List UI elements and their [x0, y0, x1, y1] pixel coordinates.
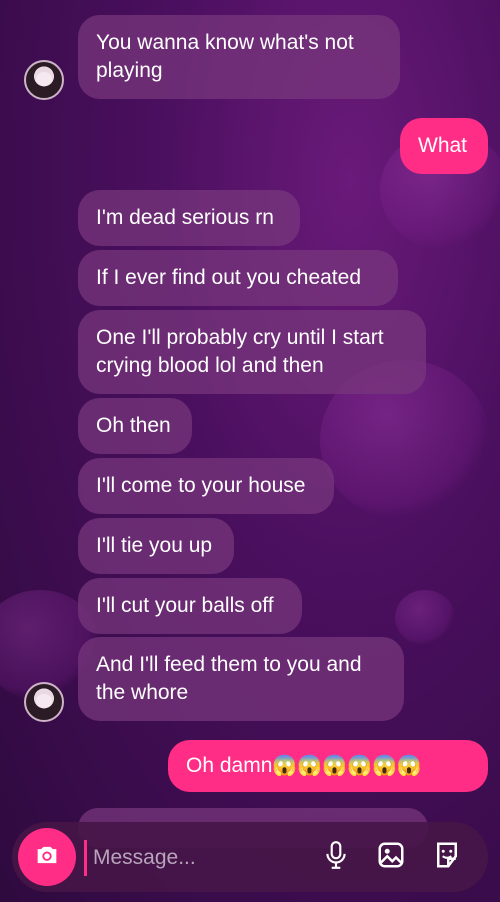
- image-icon: [376, 840, 406, 875]
- camera-icon: [33, 841, 61, 874]
- received-message[interactable]: Oh then: [78, 398, 192, 454]
- received-message[interactable]: If I ever find out you cheated: [78, 250, 398, 306]
- camera-button[interactable]: [18, 828, 76, 886]
- received-message[interactable]: And I'll feed them to you and the whore: [78, 637, 404, 721]
- sent-message-text: Oh damn: [186, 754, 273, 777]
- received-message[interactable]: I'll cut your balls off: [78, 578, 302, 634]
- microphone-icon: [323, 840, 349, 875]
- sent-message[interactable]: Oh damn😱😱😱😱😱😱: [168, 740, 488, 792]
- received-message[interactable]: I'm dead serious rn: [78, 190, 300, 246]
- emoji-run: 😱😱😱😱😱😱: [272, 755, 422, 777]
- message-composer: [12, 822, 488, 892]
- received-message[interactable]: I'll come to your house: [78, 458, 334, 514]
- voice-message-button[interactable]: [319, 840, 353, 874]
- message-input[interactable]: [84, 840, 315, 876]
- received-message[interactable]: One I'll probably cry until I start cryi…: [78, 310, 426, 394]
- contact-avatar[interactable]: [24, 60, 64, 100]
- contact-avatar[interactable]: [24, 682, 64, 722]
- sticker-button[interactable]: [430, 840, 464, 874]
- sent-message[interactable]: What: [400, 118, 488, 174]
- sticker-icon: [432, 840, 462, 875]
- background-heart: [395, 590, 455, 645]
- gallery-button[interactable]: [374, 840, 408, 874]
- received-message[interactable]: I'll tie you up: [78, 518, 234, 574]
- received-message[interactable]: You wanna know what's not playing: [78, 15, 400, 99]
